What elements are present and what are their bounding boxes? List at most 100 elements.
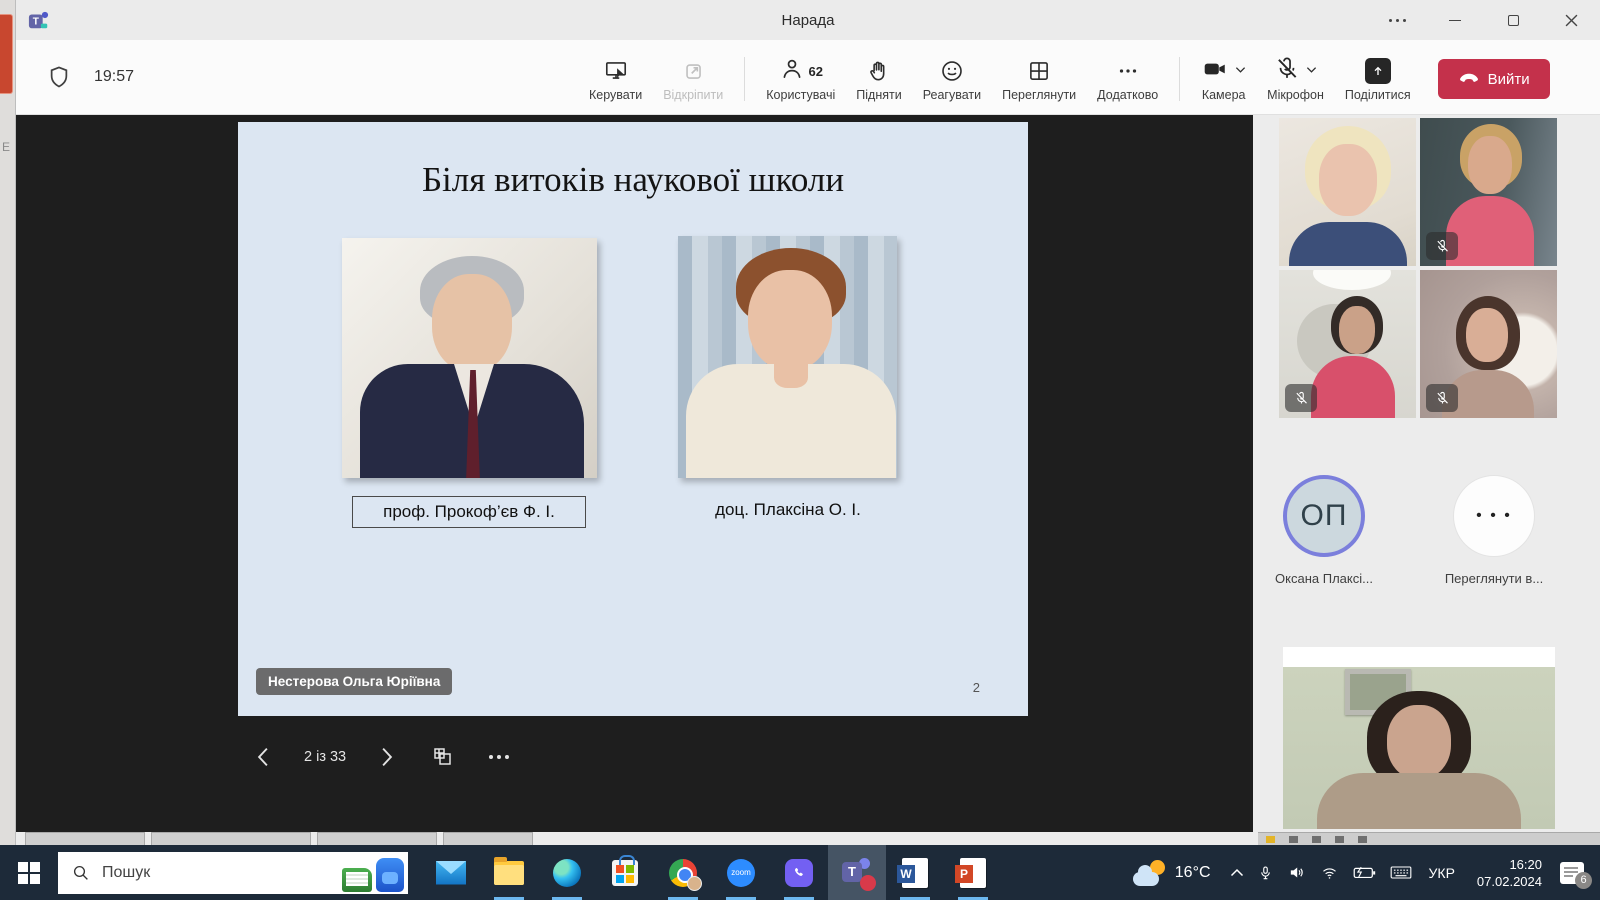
maximize-icon (1507, 14, 1519, 26)
tray-battery[interactable] (1346, 845, 1383, 900)
taskbar-app-chrome[interactable] (654, 845, 712, 900)
minimize-icon (1449, 19, 1461, 21)
participant-video-5[interactable] (1283, 647, 1555, 829)
view-button[interactable]: Переглянути (994, 49, 1084, 109)
search-input[interactable]: Пошук (58, 851, 408, 894)
mic-icon (1260, 866, 1270, 879)
shield-icon[interactable] (46, 64, 72, 95)
taskbar-app-viber[interactable] (770, 845, 828, 900)
store-icon (612, 854, 638, 886)
temperature: 16°C (1174, 863, 1211, 881)
tray-expand-button[interactable] (1223, 845, 1251, 900)
react-button[interactable]: Реагувати (915, 49, 989, 109)
start-button[interactable] (0, 845, 58, 900)
taskbar-app-edge[interactable] (538, 845, 596, 900)
participants-button[interactable]: 62 Користувачі (758, 49, 843, 109)
caption-prokofiev: проф. Прокоф’єв Ф. І. (352, 496, 586, 528)
language-indicator[interactable]: УКР (1419, 845, 1465, 900)
taskbar-app-store[interactable] (596, 845, 654, 900)
slide-browser-button[interactable] (428, 742, 458, 772)
raise-hand-button[interactable]: Підняти (848, 49, 909, 109)
background-window-tab (443, 832, 533, 845)
meeting-toolbar: 19:57 Керувати Відкріпити 62 Користувачі… (16, 40, 1600, 115)
window-more-button[interactable] (1368, 0, 1426, 40)
windows-taskbar: Пошук zoom T W P 16°C УКР 16:20 07.02.20… (0, 845, 1600, 900)
teams-icon: T (842, 857, 876, 891)
slide-position: 2 із 33 (304, 749, 347, 765)
more-actions-button[interactable]: Додатково (1089, 49, 1166, 109)
system-tray: 16°C УКР 16:20 07.02.2024 6 (1121, 845, 1600, 900)
view-label: Переглянути (1002, 88, 1077, 102)
mic-muted-icon (1274, 56, 1300, 87)
participant-avatar-op[interactable]: ОП Оксана Плаксі... (1264, 475, 1384, 586)
previous-slide-button[interactable] (248, 742, 278, 772)
notification-badge: 6 (1575, 871, 1592, 889)
caption-plaksina: доц. Плаксіна О. І. (715, 500, 861, 519)
folder-icon (494, 856, 524, 885)
tray-mic[interactable] (1251, 845, 1280, 900)
tray-volume[interactable] (1280, 845, 1313, 900)
taskbar-app-explorer[interactable] (480, 845, 538, 900)
presentation-slide[interactable]: Біля витоків наукової школи проф. Прокоф… (238, 122, 1028, 716)
tray-wifi[interactable] (1313, 845, 1346, 900)
overflow-dots: • • • (1453, 475, 1535, 557)
ellipsis-icon (1388, 18, 1406, 22)
slide-page-number: 2 (972, 680, 980, 695)
chevron-down-icon[interactable] (1235, 66, 1246, 76)
taskbar-app-zoom[interactable]: zoom (712, 845, 770, 900)
manage-button[interactable]: Керувати (581, 49, 650, 109)
mic-button[interactable]: Мікрофон (1259, 49, 1332, 109)
maximize-button[interactable] (1484, 0, 1542, 40)
avatar: ОП (1283, 475, 1365, 557)
view-more-participants[interactable]: • • • Переглянути в... (1434, 475, 1554, 586)
word-icon: W (897, 857, 928, 888)
raise-hand-icon (866, 56, 892, 86)
search-icon (73, 865, 88, 880)
background-window-text: Е (2, 140, 11, 154)
taskbar-app-teams[interactable]: T (828, 845, 886, 900)
powerpoint-window-edge (0, 14, 13, 94)
share-button[interactable]: Поділитися (1337, 49, 1419, 109)
background-window-tabs (25, 832, 533, 845)
background-window-sliver: Е (0, 0, 16, 845)
participant-video-3[interactable] (1279, 270, 1416, 418)
background-window-tab (151, 832, 311, 845)
taskbar-clock[interactable]: 16:20 07.02.2024 (1465, 856, 1554, 890)
search-highlight-art (342, 857, 404, 892)
minimize-button[interactable] (1426, 0, 1484, 40)
photo-prokofiev (342, 238, 597, 478)
weather-widget[interactable]: 16°C (1121, 845, 1223, 900)
ellipsis-icon (489, 755, 510, 759)
camera-button[interactable]: Камера (1193, 49, 1254, 109)
leave-button[interactable]: Вийти (1437, 59, 1550, 99)
notification-center-button[interactable]: 6 (1560, 861, 1592, 889)
taskbar-app-mail[interactable] (422, 845, 480, 900)
background-window-tab (25, 832, 145, 845)
participant-video-4[interactable] (1420, 270, 1557, 418)
gallery-grid-icon (1026, 56, 1052, 86)
next-slide-button[interactable] (372, 742, 402, 772)
participant-video-1[interactable] (1279, 118, 1416, 266)
mic-muted-badge (1426, 232, 1458, 260)
slide-grid-icon (434, 748, 451, 765)
taskbar-app-powerpoint[interactable]: P (944, 845, 1002, 900)
chevron-up-icon (1230, 868, 1243, 877)
chevron-down-icon[interactable] (1306, 66, 1317, 76)
tray-keyboard[interactable] (1383, 845, 1419, 900)
windows-logo-icon (18, 861, 40, 884)
close-button[interactable] (1542, 0, 1600, 40)
tray-time: 16:20 (1509, 856, 1542, 872)
slide-more-button[interactable] (484, 742, 514, 772)
participant-video-2[interactable] (1420, 118, 1557, 266)
shared-content-stage: Біля витоків наукової школи проф. Прокоф… (16, 115, 1253, 832)
overflow-label: Переглянути в... (1444, 571, 1544, 586)
leave-label: Вийти (1487, 70, 1530, 88)
slide-navigation: 2 із 33 (248, 735, 514, 779)
toolbar-divider (1179, 57, 1181, 101)
camera-label: Камера (1201, 88, 1246, 102)
taskbar-app-word[interactable]: W (886, 845, 944, 900)
zoom-icon: zoom (727, 858, 755, 887)
mic-muted-badge (1426, 384, 1458, 412)
share-label: Поділитися (1344, 88, 1411, 102)
share-screen-icon (1364, 56, 1391, 86)
